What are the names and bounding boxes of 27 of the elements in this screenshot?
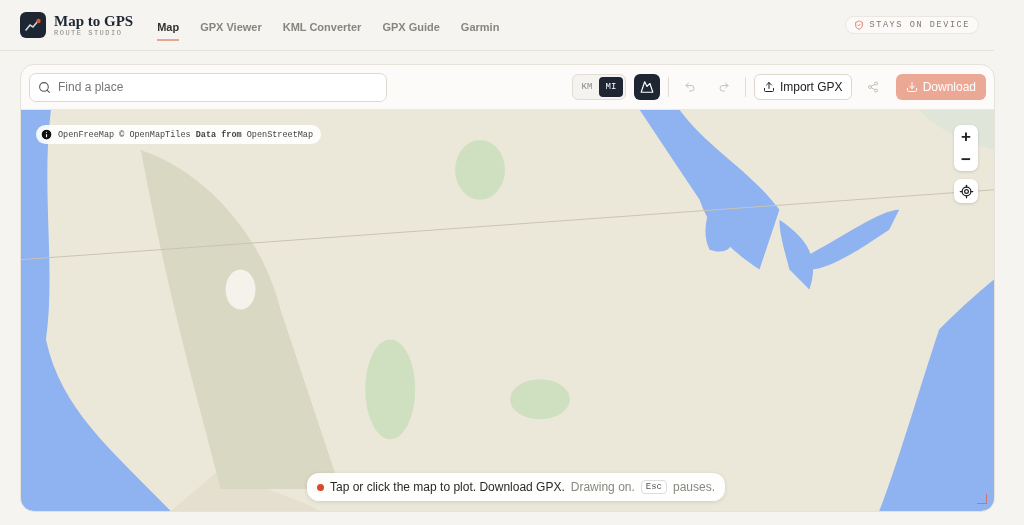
zoom-out-button[interactable]: −	[954, 148, 978, 171]
search-icon	[38, 80, 51, 94]
mountain-icon[interactable]	[633, 74, 660, 100]
key-label: Esc	[640, 480, 667, 494]
brand-title: Map to GPS	[54, 13, 134, 29]
drawing-status: Drawing on.	[570, 480, 635, 494]
shield-icon	[854, 20, 865, 30]
locate-button[interactable]	[954, 179, 978, 203]
nav-tab[interactable]: Garmin	[460, 13, 500, 41]
info-icon[interactable]	[40, 128, 53, 141]
hint-message: Tap or click the map to plot. Download GPX.	[330, 480, 565, 494]
nav-tab[interactable]: KML Converter	[282, 13, 362, 41]
nav-tab[interactable]: Map	[157, 13, 180, 41]
device-badge: STAYS ON DEVICE	[845, 16, 979, 34]
nav-tab[interactable]: GPX Guide	[382, 13, 440, 41]
search-field[interactable]: Find a place	[29, 72, 387, 102]
upload-icon	[762, 81, 775, 93]
import-button[interactable]: Import GPX	[753, 74, 852, 100]
unit-button[interactable]: MI	[598, 77, 623, 97]
logo-icon	[20, 12, 46, 38]
zoom-in-button[interactable]: +	[954, 125, 978, 148]
unit-button[interactable]: KM	[574, 77, 599, 97]
nav-tab[interactable]: GPX Viewer	[200, 13, 262, 41]
resize-handle-icon[interactable]	[977, 494, 987, 504]
download-icon	[905, 81, 918, 93]
pause-text: pauses.	[673, 480, 716, 494]
attribution-text: OpenFreeMap © OpenMapTiles Data from OpenStreetMap	[58, 129, 314, 140]
